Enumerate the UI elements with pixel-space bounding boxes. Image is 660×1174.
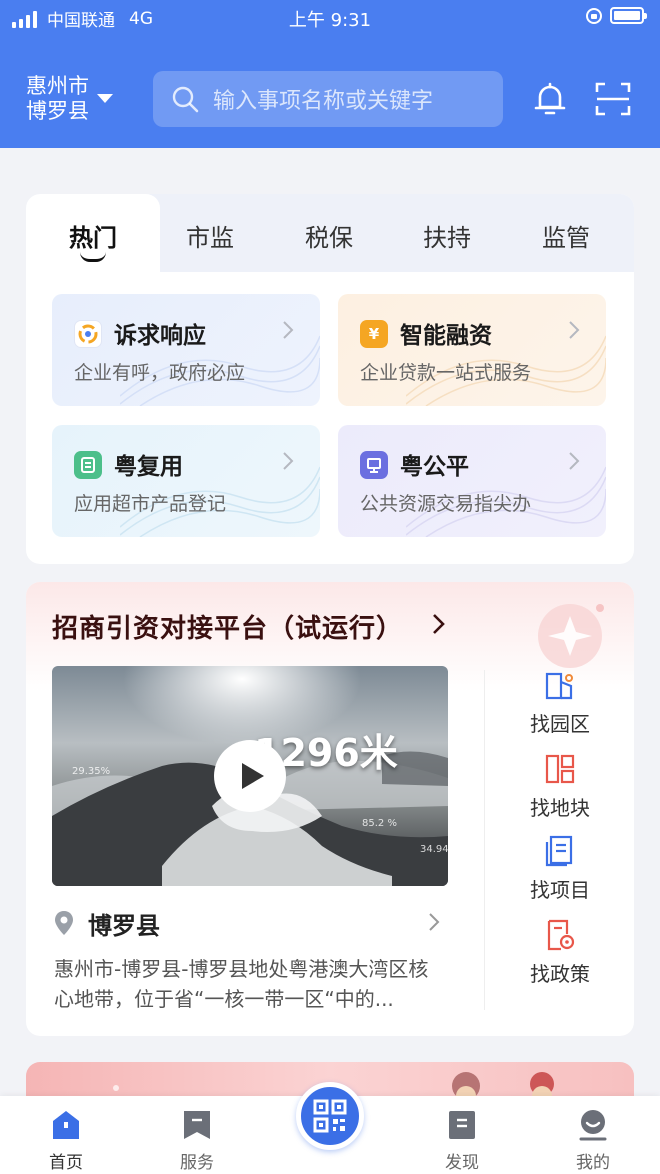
- investment-logo-decoration: [538, 604, 604, 668]
- find-policy-link[interactable]: 找政策: [500, 918, 620, 987]
- chevron-right-icon: [569, 321, 580, 339]
- nav-label: 我的: [576, 1153, 610, 1173]
- nav-profile[interactable]: 我的: [543, 1096, 643, 1174]
- side-link-label: 找政策: [530, 962, 590, 986]
- chevron-right-icon: [283, 321, 294, 339]
- service-tile-reuse[interactable]: 粤复用 应用超市产品登记: [52, 425, 320, 537]
- service-tile-financing[interactable]: ¥ 智能融资 企业贷款一站式服务: [338, 294, 606, 406]
- status-right: [586, 7, 647, 24]
- qr-code-icon: [313, 1099, 347, 1133]
- chevron-right-icon[interactable]: [432, 612, 446, 636]
- service-tile-fair[interactable]: 粤公平 公共资源交易指尖办: [338, 425, 606, 537]
- search-input[interactable]: 输入事项名称或关键字: [153, 71, 503, 127]
- home-icon: [53, 1111, 79, 1139]
- yuan-icon: ¥: [360, 320, 388, 348]
- search-placeholder: 输入事项名称或关键字: [213, 89, 434, 114]
- orientation-lock-icon: [586, 7, 602, 24]
- status-bar: 中国联通 4G 上午 9:31: [0, 0, 660, 34]
- location-row[interactable]: 博罗县: [54, 908, 448, 940]
- scan-icon[interactable]: [594, 80, 632, 118]
- tab-support[interactable]: 扶持: [397, 218, 497, 253]
- service-desc: 公共资源交易指尖办: [360, 493, 532, 515]
- land-icon: [545, 754, 575, 784]
- tab-tax-insurance[interactable]: 税保: [279, 218, 379, 253]
- play-button[interactable]: [214, 740, 286, 812]
- tab-regulation[interactable]: 监管: [516, 218, 616, 253]
- chevron-right-icon: [429, 913, 440, 931]
- nav-discover[interactable]: 发现: [412, 1096, 512, 1174]
- service-tile-response[interactable]: 诉求响应 企业有呼，政府必应: [52, 294, 320, 406]
- city-label: 惠州市 博罗县: [26, 74, 89, 124]
- hot-services-card: 热门 市监 税保 扶持 监管 诉求响应 企业有呼，政府必应 ¥ 智能融资 企业贷…: [26, 194, 634, 564]
- nav-service[interactable]: 服务: [147, 1096, 247, 1174]
- video-small-label: 29.35%: [72, 766, 111, 777]
- discover-icon: [449, 1111, 475, 1139]
- play-icon: [242, 763, 264, 789]
- find-park-link[interactable]: 找园区: [500, 668, 620, 737]
- service-icon: [184, 1111, 210, 1139]
- find-project-link[interactable]: 找项目: [500, 834, 620, 903]
- nav-label: 服务: [180, 1153, 214, 1173]
- tab-hot[interactable]: 热门: [43, 218, 143, 253]
- side-link-label: 找地块: [530, 796, 590, 820]
- service-desc: 企业有呼，政府必应: [74, 362, 246, 384]
- qr-code-button[interactable]: [296, 1082, 364, 1150]
- city-name: 惠州市: [26, 74, 89, 98]
- response-icon: [74, 320, 102, 348]
- investment-platform-card: 招商引资对接平台（试运行） 1296米 29.35% 85.2 % 34.94 …: [26, 582, 634, 1036]
- location-name: 博罗县: [88, 911, 160, 940]
- service-desc: 应用超市产品登记: [74, 493, 227, 515]
- nav-label: 发现: [445, 1153, 479, 1173]
- nav-home[interactable]: 首页: [16, 1096, 116, 1174]
- caret-down-icon: [97, 93, 113, 103]
- divider: [484, 670, 485, 1010]
- search-icon: [172, 86, 199, 113]
- video-small-label: 34.94: [420, 844, 448, 855]
- park-icon: [545, 672, 573, 700]
- county-name: 博罗县: [26, 99, 89, 123]
- tab-market-supervision[interactable]: 市监: [160, 218, 260, 253]
- location-description: 惠州市-博罗县-博罗县地处粤港澳大湾区核心地带，位于省“一核一带一区“中的...: [54, 957, 429, 1011]
- project-icon: [545, 835, 573, 867]
- service-tab-strip: 热门 市监 税保 扶持 监管: [26, 194, 634, 272]
- service-title: 智能融资: [400, 323, 492, 349]
- reuse-icon: [74, 451, 102, 479]
- service-title: 诉求响应: [114, 323, 206, 349]
- location-pin-icon: [55, 911, 73, 935]
- app-header: 中国联通 4G 上午 9:31 惠州市 博罗县 输入事项名称或关键字: [0, 0, 660, 148]
- profile-icon: [579, 1110, 607, 1141]
- policy-icon: [547, 919, 575, 951]
- service-title: 粤公平: [400, 454, 469, 480]
- fair-icon: [360, 451, 388, 479]
- city-picker[interactable]: 惠州市 博罗县: [26, 74, 113, 124]
- battery-icon: [610, 7, 647, 24]
- chevron-right-icon: [283, 452, 294, 470]
- promo-video[interactable]: 1296米 29.35% 85.2 % 34.94: [52, 666, 448, 886]
- nav-label: 首页: [49, 1153, 83, 1173]
- video-small-label: 85.2 %: [362, 818, 397, 829]
- chevron-right-icon: [569, 452, 580, 470]
- service-desc: 企业贷款一站式服务: [360, 362, 532, 384]
- investment-title[interactable]: 招商引资对接平台（试运行）: [52, 608, 403, 645]
- side-link-label: 找园区: [530, 712, 590, 736]
- service-title: 粤复用: [114, 454, 183, 480]
- find-land-link[interactable]: 找地块: [500, 752, 620, 821]
- bell-icon[interactable]: [531, 80, 569, 118]
- status-time: 上午 9:31: [288, 10, 372, 31]
- side-link-label: 找项目: [530, 878, 590, 902]
